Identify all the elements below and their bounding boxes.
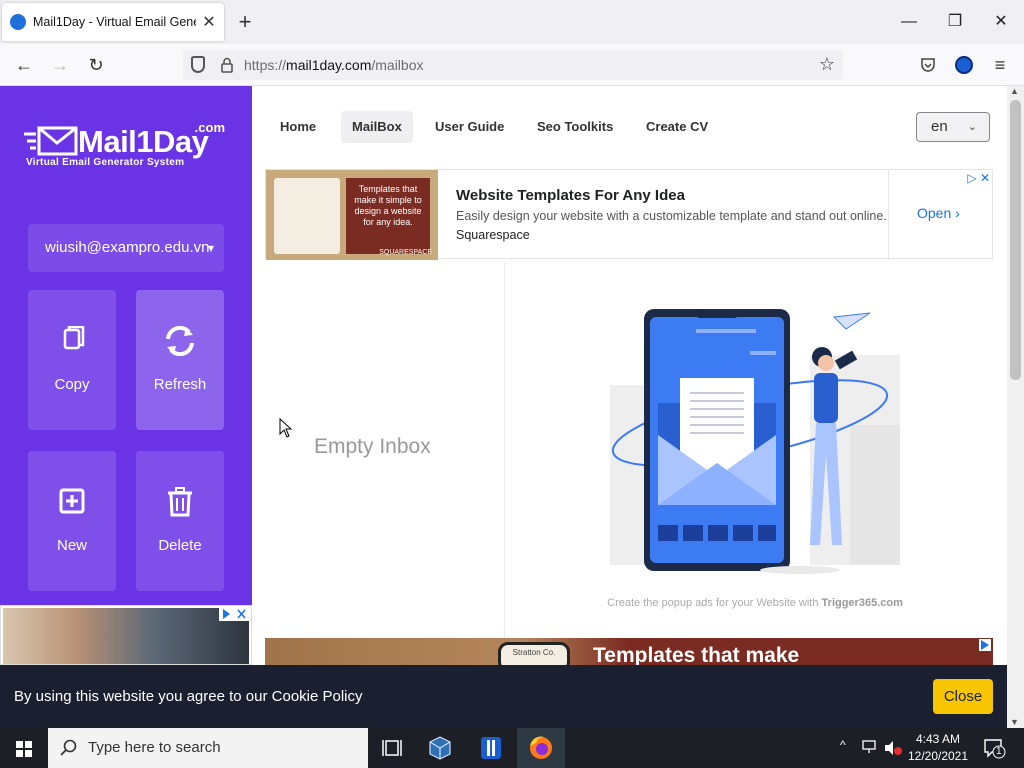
ad-choices-icon[interactable] bbox=[979, 639, 991, 651]
ad-template-preview bbox=[274, 178, 340, 254]
inbox-illustration bbox=[610, 309, 900, 574]
cookie-close-button[interactable]: Close bbox=[933, 679, 993, 714]
virtualbox-icon[interactable] bbox=[416, 728, 464, 768]
illustration-credit: Create the popup ads for your Website wi… bbox=[607, 597, 903, 609]
system-tray[interactable]: ^ bbox=[838, 738, 906, 758]
chevron-down-icon: ▾ bbox=[207, 241, 214, 255]
bookmark-star-icon[interactable]: ☆ bbox=[819, 54, 835, 75]
new-email-button[interactable]: New bbox=[28, 451, 116, 591]
tracking-shield-icon[interactable] bbox=[191, 56, 205, 73]
refresh-icon bbox=[166, 326, 194, 356]
ad-template-card: Templates that make it simple to design … bbox=[346, 178, 430, 254]
delete-button[interactable]: Delete bbox=[136, 451, 224, 591]
windows-start-icon[interactable] bbox=[0, 728, 48, 768]
browser-tab-bar: Mail1Day - Virtual Email Genera ✕ + — ❐ … bbox=[0, 0, 1024, 44]
email-address-select[interactable]: wiusih@exampro.edu.vn ▾ bbox=[28, 224, 224, 272]
nav-mailbox[interactable]: MailBox bbox=[341, 111, 413, 143]
nav-user-guide[interactable]: User Guide bbox=[424, 111, 515, 143]
site-favicon-icon bbox=[10, 14, 26, 30]
minimize-button[interactable]: — bbox=[886, 8, 932, 36]
lock-icon[interactable] bbox=[221, 57, 233, 73]
language-select[interactable]: en ⌄ bbox=[916, 112, 990, 142]
inbox-list: Empty Inbox bbox=[265, 262, 505, 638]
nav-home[interactable]: Home bbox=[269, 111, 327, 143]
network-icon[interactable] bbox=[862, 740, 878, 754]
scroll-up-icon[interactable]: ▲ bbox=[1010, 86, 1019, 96]
taskbar-clock[interactable]: 4:43 AM 12/20/2021 bbox=[906, 731, 970, 765]
sidebar: .com Mail1Day Virtual Email Generator Sy… bbox=[0, 86, 252, 665]
firefox-icon[interactable] bbox=[517, 728, 565, 768]
ad-choices-icon[interactable] bbox=[219, 607, 249, 621]
copy-button[interactable]: Copy bbox=[28, 290, 116, 430]
notification-center-icon[interactable]: 1 bbox=[982, 736, 1006, 760]
ad-description: Easily design your website with a custom… bbox=[456, 209, 887, 223]
ad-image bbox=[3, 608, 249, 664]
ad-divider bbox=[888, 170, 889, 260]
pocket-icon[interactable] bbox=[920, 57, 936, 73]
top-ad-banner[interactable]: Templates that make it simple to design … bbox=[265, 169, 993, 260]
maximize-button[interactable]: ❐ bbox=[932, 8, 978, 36]
nav-seo-toolkits[interactable]: Seo Toolkits bbox=[526, 111, 624, 143]
credit-link[interactable]: Trigger365.com bbox=[822, 597, 903, 609]
taskbar-search-box[interactable]: Type here to search bbox=[48, 728, 368, 768]
forward-arrow-icon[interactable]: → bbox=[45, 51, 75, 79]
menu-hamburger-icon[interactable]: ≡ bbox=[985, 51, 1015, 79]
ad-headline[interactable]: Website Templates For Any Idea bbox=[456, 187, 685, 204]
ad-choices-icon[interactable]: ▷ ✕ bbox=[967, 171, 990, 185]
close-tab-icon[interactable]: ✕ bbox=[202, 12, 216, 32]
refresh-button[interactable]: Refresh bbox=[136, 290, 224, 430]
chevron-down-icon: ⌄ bbox=[967, 121, 977, 133]
scroll-down-icon[interactable]: ▼ bbox=[1010, 717, 1019, 727]
app-blue-icon[interactable] bbox=[467, 728, 515, 768]
bottom-ad-banner[interactable]: Stratton Co. Templates that make bbox=[265, 638, 993, 665]
windows-taskbar: Type here to search ^ 4:43 AM 12/20/2021 bbox=[0, 728, 1024, 768]
empty-inbox-message: Empty Inbox bbox=[314, 435, 431, 458]
nav-create-cv[interactable]: Create CV bbox=[635, 111, 719, 143]
account-avatar[interactable] bbox=[955, 56, 973, 74]
ad-thumbnail: Templates that make it simple to design … bbox=[266, 170, 438, 260]
url-text: https://mail1day.com/mailbox bbox=[244, 57, 424, 73]
chevron-up-icon[interactable]: ^ bbox=[840, 738, 846, 752]
back-arrow-icon[interactable]: ← bbox=[9, 51, 39, 79]
address-bar[interactable]: https://mail1day.com/mailbox ☆ bbox=[183, 50, 843, 80]
browser-toolbar: ← → ↻ https://mail1day.com/mailbox ☆ ≡ bbox=[0, 44, 1024, 86]
ad-headline: Templates that make bbox=[593, 644, 800, 665]
site-logo[interactable]: .com Mail1Day Virtual Email Generator Sy… bbox=[24, 120, 229, 170]
browser-tab[interactable]: Mail1Day - Virtual Email Genera ✕ bbox=[2, 3, 224, 41]
trash-icon bbox=[168, 487, 192, 517]
sidebar-ad-banner[interactable] bbox=[0, 605, 252, 665]
plus-square-icon bbox=[59, 488, 85, 514]
cookie-message: By using this website you agree to our C… bbox=[14, 688, 363, 705]
ad-advertiser: Squarespace bbox=[456, 228, 530, 242]
close-window-button[interactable]: ✕ bbox=[978, 8, 1024, 36]
ad-phone-preview: Stratton Co. bbox=[498, 642, 570, 665]
search-icon bbox=[60, 739, 77, 756]
task-view-icon[interactable] bbox=[368, 728, 416, 768]
reload-icon[interactable]: ↻ bbox=[81, 51, 111, 79]
notification-count: 1 bbox=[996, 746, 1002, 757]
tab-title: Mail1Day - Virtual Email Genera bbox=[33, 15, 196, 29]
ad-open-button[interactable]: Open › bbox=[917, 205, 960, 221]
mouse-cursor-icon bbox=[279, 418, 293, 438]
volume-muted-icon[interactable] bbox=[884, 740, 902, 756]
envelope-logo-icon bbox=[24, 126, 78, 156]
chevron-right-icon: › bbox=[955, 205, 960, 221]
copy-icon bbox=[63, 326, 85, 350]
scrollbar-thumb[interactable] bbox=[1010, 100, 1021, 380]
new-tab-button[interactable]: + bbox=[232, 8, 258, 36]
page-scrollbar[interactable]: ▲ ▼ bbox=[1007, 86, 1024, 728]
site-nav: Home MailBox User Guide Seo Toolkits Cre… bbox=[252, 86, 1007, 168]
cookie-banner: By using this website you agree to our C… bbox=[0, 665, 1007, 728]
